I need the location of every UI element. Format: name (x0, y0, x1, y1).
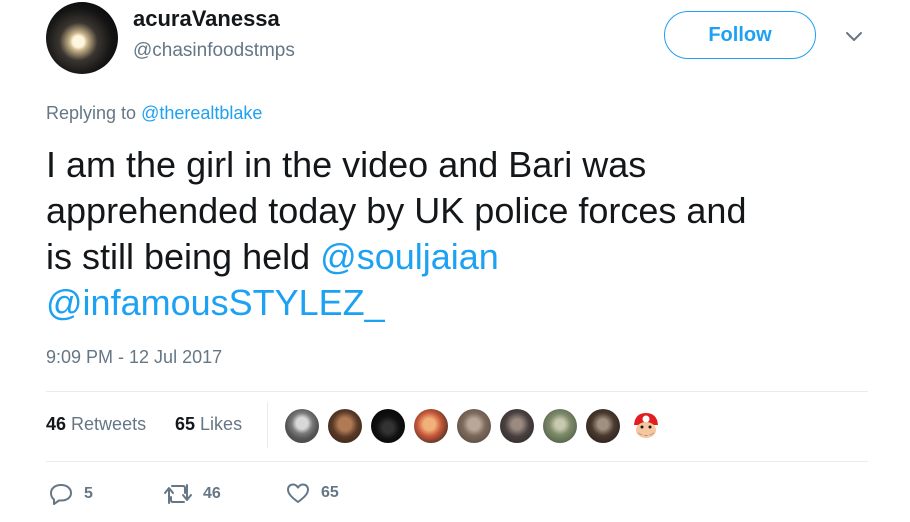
divider-bottom (46, 461, 868, 462)
like-count: 65 (321, 484, 339, 501)
author-avatar[interactable] (46, 2, 118, 74)
tweet-timestamp[interactable]: 9:09 PM - 12 Jul 2017 (46, 347, 222, 368)
likes-label: Likes (200, 414, 243, 434)
reply-context: Replying to @therealtblake (46, 103, 262, 124)
reply-icon (50, 484, 72, 505)
liker-avatar-7[interactable] (543, 409, 577, 443)
heart-icon (287, 483, 309, 503)
divider-top (46, 391, 868, 392)
stats-separator (267, 402, 268, 448)
retweets-label: Retweets (71, 414, 147, 434)
follow-button[interactable]: Follow (664, 11, 816, 59)
chevron-down-icon[interactable] (844, 26, 864, 46)
likes-count: 65 (175, 414, 196, 434)
tweet-text: I am the girl in the video and Bari was … (46, 142, 876, 326)
liker-avatar-3[interactable] (371, 409, 405, 443)
reply-context-prefix: Replying to (46, 103, 137, 123)
liker-avatar-2[interactable] (328, 409, 362, 443)
retweet-count: 46 (203, 485, 221, 502)
retweets-count: 46 (46, 414, 67, 434)
liker-avatar-1[interactable] (285, 409, 319, 443)
liker-avatar-4[interactable] (414, 409, 448, 443)
reply-action[interactable]: 5 (48, 481, 93, 507)
like-action[interactable]: 65 (285, 481, 339, 505)
liker-avatar-9[interactable] (629, 409, 663, 443)
likes-stat[interactable]: 65 Likes (175, 414, 242, 435)
mention-infamousstylez[interactable]: @infamousSTYLEZ_ (46, 282, 385, 323)
reply-count: 5 (84, 485, 93, 502)
reply-context-mention[interactable]: @therealtblake (141, 103, 262, 123)
retweets-stat[interactable]: 46 Retweets (46, 414, 146, 435)
liker-avatar-6[interactable] (500, 409, 534, 443)
liker-avatar-5[interactable] (457, 409, 491, 443)
author-display-name[interactable]: acuraVanessa (133, 6, 280, 32)
mention-souljaian[interactable]: @souljaian (320, 236, 499, 277)
tweet-line-4: @infamousSTYLEZ_ (46, 280, 876, 326)
liker-avatar-8[interactable] (586, 409, 620, 443)
tweet-line-3: is still being held @souljaian (46, 234, 876, 280)
retweet-icon (164, 484, 192, 504)
tweet-line-1: I am the girl in the video and Bari was (46, 144, 647, 185)
retweet-action[interactable]: 46 (163, 481, 221, 507)
tweet-line-2: apprehended today by UK police forces an… (46, 190, 747, 231)
tweet-line-3-text: is still being held (46, 236, 321, 277)
author-handle[interactable]: @chasinfoodstmps (133, 40, 295, 62)
